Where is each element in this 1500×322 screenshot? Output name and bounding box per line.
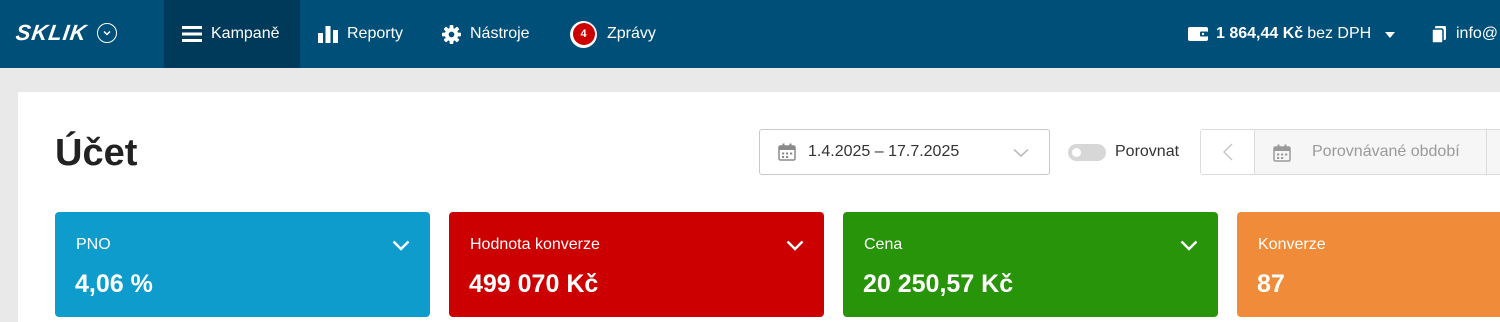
calendar-icon bbox=[1273, 144, 1291, 162]
nav-item-messages[interactable]: 4 Zprávy bbox=[570, 0, 656, 68]
date-range-picker[interactable]: 1.4.2025 – 17.7.2025 bbox=[759, 129, 1050, 175]
compare-period-picker[interactable]: Porovnávané období bbox=[1200, 129, 1500, 175]
messages-badge-icon: 4 bbox=[570, 20, 597, 48]
divider bbox=[1486, 130, 1487, 174]
page-title: Účet bbox=[55, 132, 138, 174]
top-navigation-bar: SKLIK Kampaně Reporty Nástroje 4 Zprávy … bbox=[0, 0, 1500, 68]
bar-chart-icon bbox=[318, 25, 338, 43]
metric-label: Konverze bbox=[1258, 236, 1326, 253]
metric-card-conversion-value[interactable]: Hodnota konverze 499 070 Kč bbox=[449, 212, 824, 317]
gear-icon bbox=[442, 24, 461, 44]
user-email: info@ bbox=[1456, 25, 1499, 42]
metric-card-pno[interactable]: PNO 4,06 % bbox=[55, 212, 430, 317]
credit-suffix: bez DPH bbox=[1307, 25, 1372, 42]
chevron-down-icon[interactable] bbox=[392, 238, 410, 256]
compare-period-placeholder: Porovnávané období bbox=[1312, 143, 1460, 160]
metric-label: PNO bbox=[76, 236, 111, 253]
copy-icon bbox=[1432, 25, 1446, 43]
chevron-down-icon[interactable] bbox=[1180, 238, 1198, 256]
caret-down-icon[interactable] bbox=[1385, 25, 1396, 43]
chevron-down-icon bbox=[1013, 145, 1029, 163]
metric-value: 4,06 % bbox=[75, 270, 153, 298]
nav-item-label: Reporty bbox=[347, 25, 404, 42]
date-range-value: 1.4.2025 – 17.7.2025 bbox=[808, 143, 960, 160]
nav-item-campaigns[interactable]: Kampaně bbox=[164, 0, 300, 68]
chevron-down-icon[interactable] bbox=[97, 23, 117, 43]
compare-label: Porovnat bbox=[1115, 143, 1180, 160]
metric-card-conversions[interactable]: Konverze 87 bbox=[1237, 212, 1500, 317]
calendar-icon bbox=[778, 143, 796, 161]
metric-value: 499 070 Kč bbox=[469, 270, 599, 298]
nav-item-reports[interactable]: Reporty bbox=[318, 0, 403, 68]
nav-item-label: Nástroje bbox=[470, 25, 530, 42]
metric-label: Hodnota konverze bbox=[470, 236, 600, 253]
messages-count: 4 bbox=[572, 23, 595, 45]
metric-value: 87 bbox=[1257, 270, 1285, 298]
nav-item-tools[interactable]: Nástroje bbox=[442, 0, 530, 68]
credit-amount: 1 864,44 Kč bbox=[1216, 25, 1304, 42]
metric-label: Cena bbox=[864, 236, 903, 253]
toggle-knob bbox=[1072, 148, 1081, 157]
metric-value: 20 250,57 Kč bbox=[863, 270, 1014, 298]
logo-text: SKLIK bbox=[14, 20, 89, 45]
nav-item-label: Zprávy bbox=[607, 25, 656, 42]
account-credit[interactable]: 1 864,44 Kč bez DPH bbox=[1188, 0, 1396, 68]
wallet-icon bbox=[1188, 27, 1208, 41]
chevron-down-icon[interactable] bbox=[786, 238, 804, 256]
user-account[interactable]: info@ bbox=[1432, 0, 1498, 68]
metric-card-cost[interactable]: Cena 20 250,57 Kč bbox=[843, 212, 1218, 317]
compare-toggle[interactable] bbox=[1068, 144, 1106, 161]
sklik-logo[interactable]: SKLIK bbox=[14, 18, 117, 48]
chevron-left-icon[interactable] bbox=[1201, 130, 1255, 174]
nav-item-label: Kampaně bbox=[211, 25, 280, 42]
menu-icon bbox=[182, 25, 202, 43]
